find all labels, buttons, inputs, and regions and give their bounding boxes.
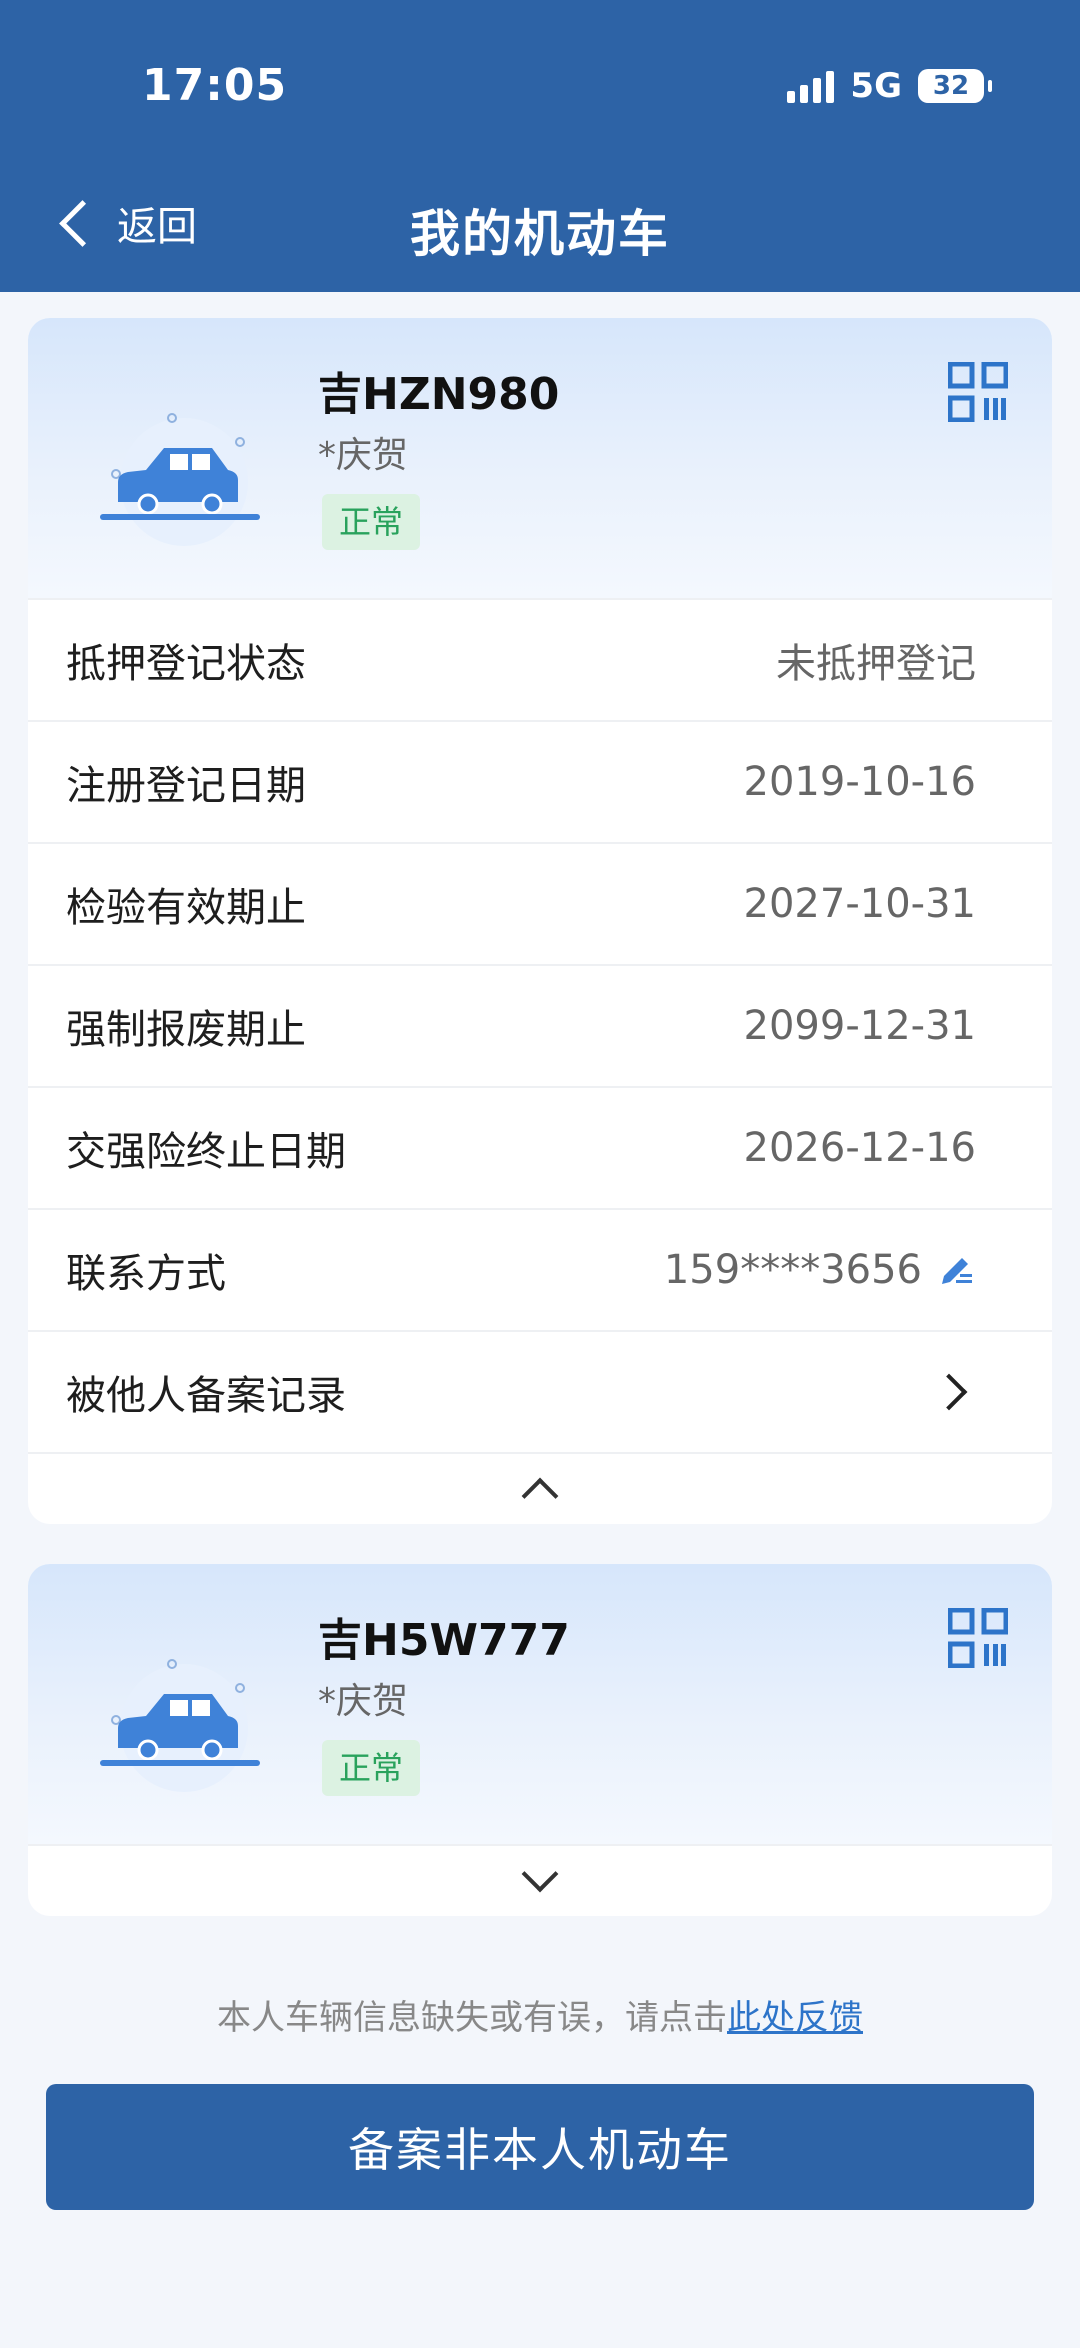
status-badge: 正常: [322, 1740, 420, 1796]
qr-code-icon[interactable]: [948, 1608, 1008, 1668]
vehicle-summary[interactable]: 吉H5W777 *庆贺 正常: [28, 1564, 1052, 1844]
car-icon: [100, 1659, 260, 1792]
contact-value-wrap: 159****3656: [664, 1247, 976, 1293]
vehicle-plate: 吉HZN980: [318, 369, 560, 420]
contact-phone: 159****3656: [663, 1247, 922, 1293]
qr-code-icon[interactable]: [948, 362, 1008, 422]
vehicle-owner: *庆贺: [318, 435, 409, 476]
battery-icon: 32: [918, 69, 992, 103]
register-other-vehicle-button[interactable]: 备案非本人机动车: [46, 2084, 1034, 2210]
chevron-up-icon: [521, 1477, 559, 1515]
vehicle-plate: 吉H5W777: [318, 1615, 570, 1666]
detail-label: 交强险终止日期: [66, 1129, 346, 1175]
feedback-note: 本人车辆信息缺失或有误，请点击此处反馈: [0, 1990, 1080, 2039]
detail-row: 注册登记日期 2019-10-16: [28, 720, 1052, 842]
vehicle-summary[interactable]: 吉HZN980 *庆贺 正常: [28, 318, 1052, 598]
detail-value: 2099-12-31: [743, 1003, 976, 1049]
status-indicators: 5G 32: [787, 66, 992, 106]
vehicle-owner: *庆贺: [318, 1681, 409, 1722]
detail-label: 检验有效期止: [66, 885, 306, 931]
filing-record-row[interactable]: 被他人备案记录: [28, 1330, 1052, 1452]
detail-row: 检验有效期止 2027-10-31: [28, 842, 1052, 964]
network-label: 5G: [850, 66, 902, 106]
detail-value: 2019-10-16: [743, 759, 976, 805]
status-badge: 正常: [322, 494, 420, 550]
expand-toggle[interactable]: [28, 1844, 1052, 1916]
status-time: 17:05: [142, 60, 288, 111]
signal-icon: [787, 69, 835, 103]
feedback-text: 本人车辆信息缺失或有误，请点击: [217, 1998, 727, 2038]
feedback-link[interactable]: 此处反馈: [727, 1998, 863, 2038]
car-icon: [100, 413, 260, 546]
vehicle-card-2: 吉H5W777 *庆贺 正常: [28, 1564, 1052, 1916]
vehicle-card-1: 吉HZN980 *庆贺 正常 抵押登记状态 未抵押登记 注册登记日期 2019-…: [28, 318, 1052, 1524]
edit-icon[interactable]: [936, 1250, 976, 1290]
detail-row: 交强险终止日期 2026-12-16: [28, 1086, 1052, 1208]
collapse-toggle[interactable]: [28, 1452, 1052, 1524]
detail-label: 注册登记日期: [66, 763, 306, 809]
detail-label: 强制报废期止: [66, 1007, 306, 1053]
detail-label: 被他人备案记录: [66, 1373, 346, 1419]
page-title: 我的机动车: [410, 205, 670, 263]
detail-row: 抵押登记状态 未抵押登记: [28, 598, 1052, 720]
detail-label: 抵押登记状态: [66, 641, 306, 687]
chevron-down-icon: [521, 1855, 559, 1893]
chevron-right-icon: [930, 1373, 968, 1411]
detail-value: 未抵押登记: [776, 641, 976, 687]
detail-row: 强制报废期止 2099-12-31: [28, 964, 1052, 1086]
detail-value: 2026-12-16: [743, 1125, 976, 1171]
detail-label: 联系方式: [66, 1251, 226, 1297]
contact-row[interactable]: 联系方式 159****3656: [28, 1208, 1052, 1330]
detail-value: 2027-10-31: [743, 881, 976, 927]
top-header: 17:05 5G 32 返回 我的机动车: [0, 0, 1080, 292]
